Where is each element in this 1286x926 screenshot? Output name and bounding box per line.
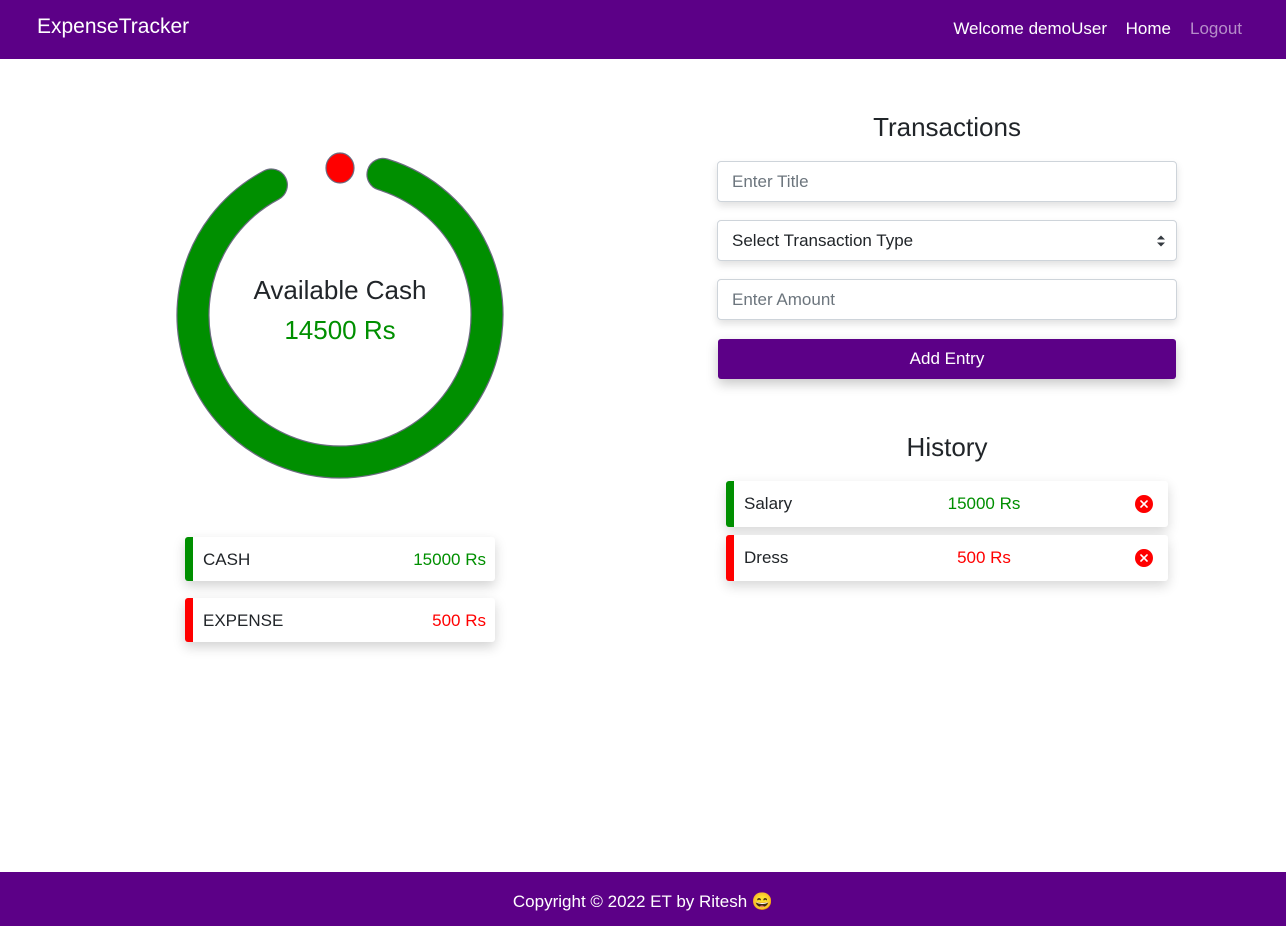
title-input[interactable] [717,161,1177,202]
navbar: ExpenseTracker Welcome demoUser Home Log… [0,0,1286,59]
welcome-text: Welcome demoUser [953,19,1107,38]
history-item-title: Dress [744,548,789,567]
add-entry-button[interactable]: Add Entry [718,339,1176,379]
close-x-glyph [1140,500,1148,508]
history-item-amount: 15000 Rs [947,494,1021,513]
history-item-dress: Dress 500 Rs [726,535,1168,581]
footer-copyright: Copyright © 2022 ET by Ritesh 😄 [512,892,774,911]
history-item-title: Salary [744,494,793,513]
footer: Copyright © 2022 ET by Ritesh 😄 [0,872,1286,926]
close-circle-icon[interactable] [1135,495,1153,513]
summary-value: 500 Rs [432,611,486,630]
summary-label: EXPENSE [203,611,284,630]
summary-card-cash: CASH 15000 Rs [185,537,495,581]
close-circle-icon[interactable] [1135,549,1153,567]
summary-label: CASH [203,550,251,569]
nav-logout-link[interactable]: Logout [1190,19,1242,39]
donut-segment-expense [325,152,355,184]
nav-home-link[interactable]: Home [1126,19,1171,39]
history-item-amount: 500 Rs [957,548,1011,567]
available-cash-amount: 14500 Rs [284,315,396,345]
close-x-glyph [1140,554,1148,562]
brand-link[interactable]: ExpenseTracker [37,15,189,39]
history-heading: History [906,432,988,462]
history-item-salary: Salary 15000 Rs [726,481,1168,527]
available-cash-label: Available Cash [253,275,427,305]
select-value: Select Transaction Type [732,231,914,250]
transactions-heading: Transactions [873,112,1021,142]
summary-card-expense: EXPENSE 500 Rs [185,598,495,642]
transaction-type-select[interactable]: Select Transaction Type [717,220,1177,261]
select-arrows-icon [1157,235,1165,247]
summary-value: 15000 Rs [413,550,486,569]
amount-input[interactable] [717,279,1177,320]
